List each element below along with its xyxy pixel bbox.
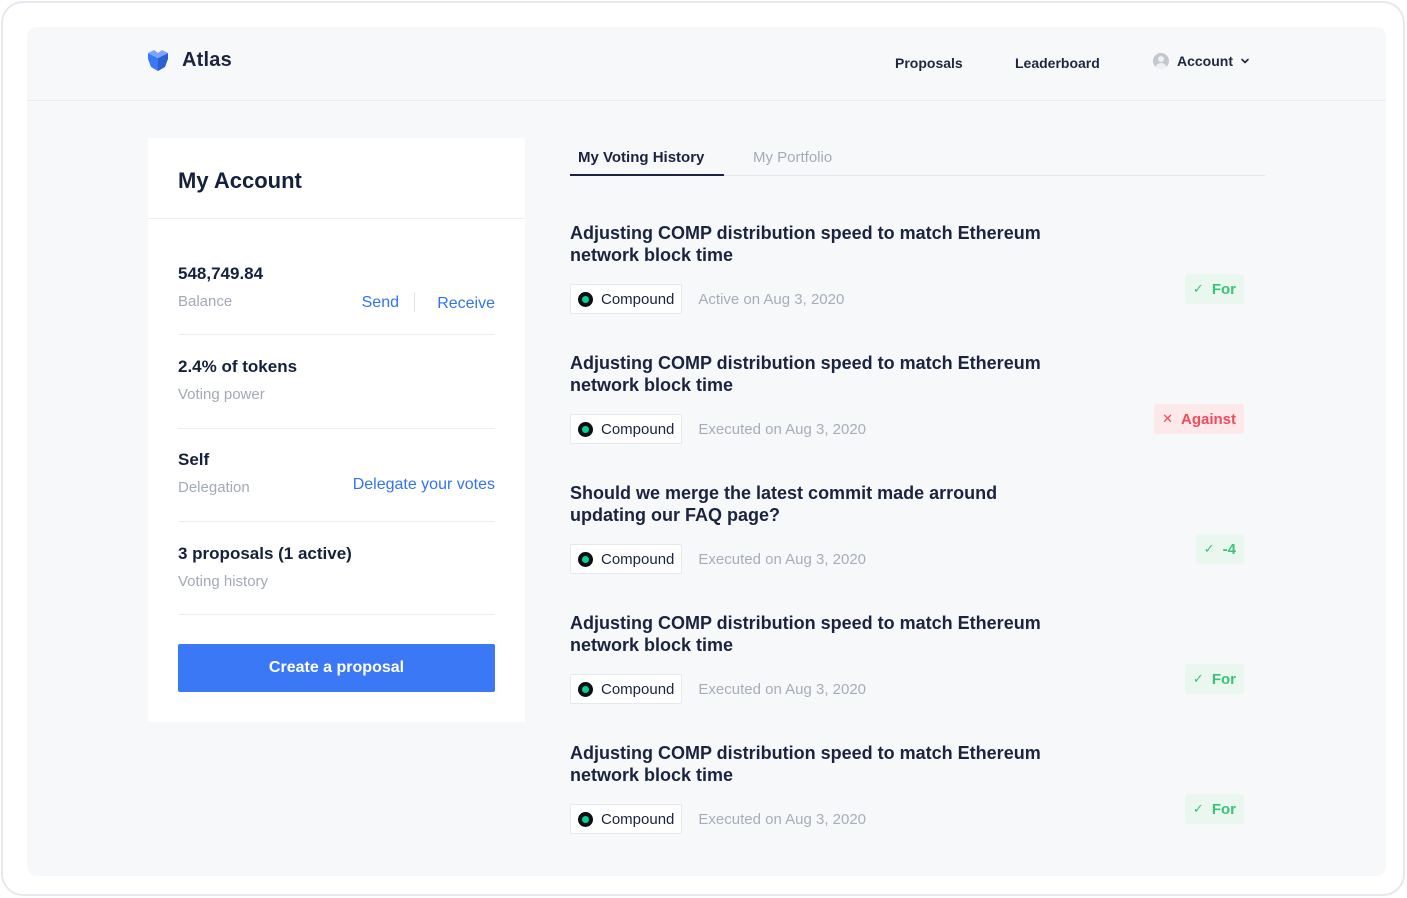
proposal-title[interactable]: Adjusting COMP distribution speed to mat… <box>570 612 1050 656</box>
card-title: My Account <box>178 168 302 193</box>
proposal-item[interactable]: Adjusting COMP distribution speed to mat… <box>570 222 1244 342</box>
proposal-meta: Compound Executed on Aug 3, 2020 <box>570 414 866 444</box>
top-navigation: Atlas Proposals Leaderboard Account <box>27 27 1386 101</box>
app-container: Atlas Proposals Leaderboard Account My A… <box>27 27 1386 876</box>
check-icon: ✓ <box>1192 281 1204 296</box>
compound-icon <box>578 551 593 567</box>
vote-label: For <box>1211 800 1236 818</box>
nav-proposals-link[interactable]: Proposals <box>895 55 963 71</box>
voting-history-stat: 3 proposals (1 active) Voting history <box>178 544 495 615</box>
vote-label: -4 <box>1222 540 1236 558</box>
proposal-item[interactable]: Adjusting COMP distribution speed to mat… <box>570 742 1244 862</box>
brand-name: Atlas <box>182 49 232 71</box>
close-icon: ✕ <box>1162 411 1173 426</box>
proposal-date: Executed on Aug 3, 2020 <box>698 420 867 438</box>
proposal-meta: Compound Active on Aug 3, 2020 <box>570 284 844 314</box>
protocol-name: Compound <box>601 810 675 828</box>
chevron-down-icon <box>1241 58 1249 64</box>
delegation-value: Self <box>178 450 210 469</box>
voting-power-stat: 2.4% of tokens Voting power <box>178 357 495 429</box>
tab-my-voting-history[interactable]: My Voting History <box>578 149 704 166</box>
proposal-meta: Compound Executed on Aug 3, 2020 <box>570 674 866 704</box>
brand-logo[interactable]: Atlas <box>148 49 232 72</box>
user-avatar-icon <box>1153 53 1169 69</box>
active-tab-indicator <box>570 174 724 176</box>
check-icon: ✓ <box>1203 541 1215 556</box>
window-frame: Atlas Proposals Leaderboard Account My A… <box>1 1 1405 896</box>
protocol-name: Compound <box>601 550 675 568</box>
protocol-chip[interactable]: Compound <box>570 804 683 834</box>
protocol-chip[interactable]: Compound <box>570 544 683 574</box>
tab-my-portfolio[interactable]: My Portfolio <box>753 149 832 166</box>
proposal-item[interactable]: Adjusting COMP distribution speed to mat… <box>570 352 1244 472</box>
check-icon: ✓ <box>1192 801 1204 816</box>
proposal-title[interactable]: Adjusting COMP distribution speed to mat… <box>570 742 1050 786</box>
compound-icon <box>578 421 593 437</box>
compound-icon <box>578 681 593 697</box>
proposal-date: Active on Aug 3, 2020 <box>698 290 845 308</box>
vote-badge: ✓ -4 <box>1195 534 1244 564</box>
vote-label: For <box>1211 670 1236 688</box>
vote-badge: ✓ For <box>1184 274 1244 304</box>
protocol-name: Compound <box>601 420 675 438</box>
proposal-meta: Compound Executed on Aug 3, 2020 <box>570 544 866 574</box>
link-divider <box>414 292 415 312</box>
atlas-logo-icon <box>148 49 168 71</box>
compound-icon <box>578 291 593 307</box>
proposal-title[interactable]: Adjusting COMP distribution speed to mat… <box>570 352 1050 396</box>
delegation-stat: Self Delegation Delegate your votes <box>178 450 495 522</box>
card-header: My Account <box>148 138 525 219</box>
protocol-name: Compound <box>601 680 675 698</box>
voting-power-label: Voting power <box>178 386 265 403</box>
voting-history-label: Voting history <box>178 573 269 590</box>
account-menu-label: Account <box>1177 53 1233 69</box>
proposal-date: Executed on Aug 3, 2020 <box>698 680 867 698</box>
proposal-meta: Compound Executed on Aug 3, 2020 <box>570 804 866 834</box>
balance-value: 548,749.84 <box>178 264 264 283</box>
delegate-votes-link[interactable]: Delegate your votes <box>353 476 495 494</box>
vote-label: For <box>1211 280 1236 298</box>
vote-badge: ✕ Against <box>1154 404 1244 434</box>
receive-link[interactable]: Receive <box>437 295 495 313</box>
proposal-title[interactable]: Should we merge the latest commit made a… <box>570 482 1070 526</box>
proposal-item[interactable]: Adjusting COMP distribution speed to mat… <box>570 612 1244 732</box>
balance-stat: 548,749.84 Balance Send Receive <box>178 264 495 335</box>
proposal-date: Executed on Aug 3, 2020 <box>698 550 867 568</box>
nav-leaderboard-link[interactable]: Leaderboard <box>1015 55 1100 71</box>
voting-power-value: 2.4% of tokens <box>178 357 298 376</box>
my-account-card: My Account 548,749.84 Balance Send Recei… <box>148 138 525 722</box>
vote-label: Against <box>1180 410 1236 428</box>
proposal-date: Executed on Aug 3, 2020 <box>698 810 867 828</box>
create-proposal-button[interactable]: Create a proposal <box>178 644 495 692</box>
voting-history-value: 3 proposals (1 active) <box>178 544 352 563</box>
protocol-chip[interactable]: Compound <box>570 284 683 314</box>
vote-badge: ✓ For <box>1184 664 1244 694</box>
account-menu[interactable]: Account <box>1153 53 1250 69</box>
protocol-name: Compound <box>601 290 675 308</box>
check-icon: ✓ <box>1192 671 1204 686</box>
proposal-item[interactable]: Should we merge the latest commit made a… <box>570 482 1244 602</box>
proposal-title[interactable]: Adjusting COMP distribution speed to mat… <box>570 222 1050 266</box>
protocol-chip[interactable]: Compound <box>570 674 683 704</box>
compound-icon <box>578 811 593 827</box>
protocol-chip[interactable]: Compound <box>570 414 683 444</box>
history-tabs: My Voting History My Portfolio <box>570 138 1265 176</box>
send-link[interactable]: Send <box>362 294 399 312</box>
vote-badge: ✓ For <box>1184 794 1244 824</box>
